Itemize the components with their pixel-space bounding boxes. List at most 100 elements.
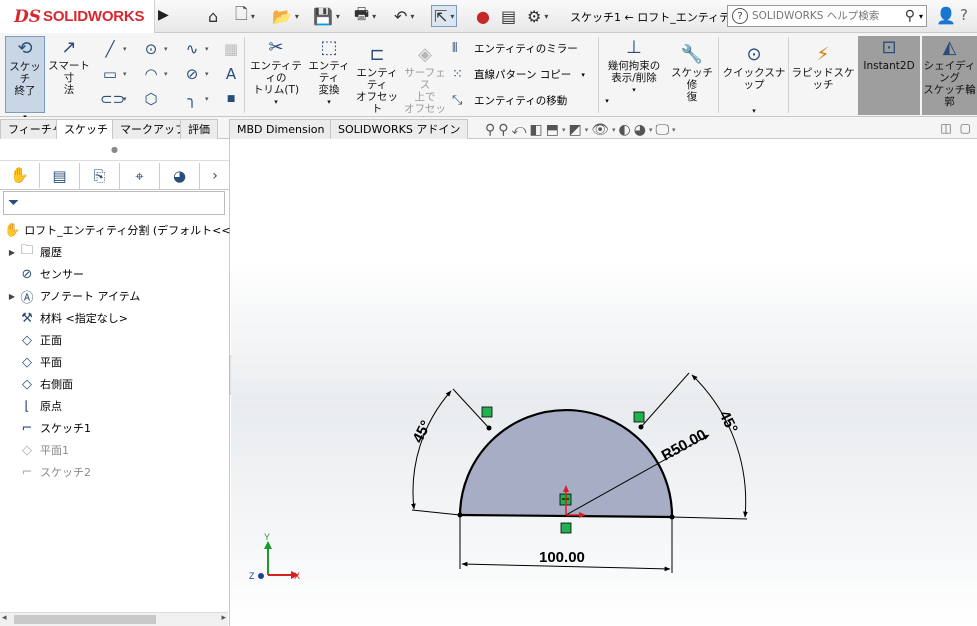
hide-show-dropdown-icon[interactable]: ▾ bbox=[612, 126, 616, 134]
tree-item[interactable]: ◇ 右側面 bbox=[0, 373, 230, 395]
tree-item[interactable]: ▶ 🗀 履歴 bbox=[0, 241, 230, 263]
repair-sketch-button[interactable]: 🔧 スケッチ修 復 bbox=[668, 43, 716, 113]
radius-dimension-text[interactable]: R50.00 bbox=[659, 426, 710, 464]
save-icon[interactable]: 💾 ▾ bbox=[313, 5, 340, 27]
ellipse-dropdown-icon[interactable]: ▾ bbox=[205, 70, 209, 78]
fillet-tool-icon[interactable]: ╮ bbox=[182, 89, 202, 109]
options-gear-icon[interactable]: ⚙ ▾ bbox=[527, 5, 548, 27]
text-tool-icon[interactable]: A bbox=[221, 64, 241, 84]
select-cursor-icon[interactable]: ⇱ ▾ bbox=[431, 5, 458, 27]
relation-marker-left[interactable] bbox=[481, 406, 493, 418]
linear-pattern-dropdown-icon[interactable]: ▾ bbox=[581, 71, 585, 79]
edit-appearance-icon[interactable]: ◐ bbox=[619, 122, 631, 138]
configuration-manager-tab-icon[interactable]: ⎘ bbox=[80, 163, 120, 189]
section-view-icon[interactable]: ◧ bbox=[530, 122, 543, 138]
instant2d-button[interactable]: ⊡ Instant2D bbox=[858, 36, 920, 115]
sketch-point-right-end[interactable] bbox=[669, 514, 675, 520]
quick-snaps-button[interactable]: ⊙ クイックスナップ ▾ bbox=[722, 43, 786, 115]
scroll-right-icon[interactable]: ▸ bbox=[221, 613, 226, 623]
arc-tool-icon[interactable]: ◠ bbox=[141, 64, 161, 84]
view-triad[interactable]: Y X Z bbox=[249, 532, 300, 581]
display-manager-tab-icon[interactable]: ◕ bbox=[160, 163, 200, 189]
line-dropdown-icon[interactable]: ▾ bbox=[123, 45, 127, 53]
panel-horizontal-scrollbar[interactable]: ◂ ▸ bbox=[0, 612, 228, 626]
tree-item[interactable]: ⌊ 原点 bbox=[0, 395, 230, 417]
sketch-point-arc-left[interactable] bbox=[486, 425, 492, 431]
help-icon[interactable]: ? bbox=[960, 6, 968, 24]
sketch-point-left-end[interactable] bbox=[457, 512, 463, 518]
width-dimension-text[interactable]: 100.00 bbox=[539, 549, 585, 566]
relation-marker-bottom[interactable] bbox=[560, 522, 572, 534]
slot-tool-icon[interactable]: ⊂⊃ bbox=[100, 89, 125, 109]
apply-scene-dropdown-icon[interactable]: ▾ bbox=[649, 126, 653, 134]
search-dropdown-icon[interactable]: ▾ bbox=[919, 12, 923, 21]
tab-mbd-dimension[interactable]: MBD Dimension bbox=[229, 119, 333, 139]
arc-dropdown-icon[interactable]: ▾ bbox=[164, 70, 168, 78]
scrollbar-thumb[interactable] bbox=[14, 615, 156, 624]
left-angle-arc[interactable] bbox=[410, 390, 452, 510]
rebuild-traffic-light-icon[interactable]: ● bbox=[476, 5, 490, 27]
expand-arrow-icon[interactable]: ▶ bbox=[6, 292, 18, 301]
restore-panel-icon[interactable]: ◫ bbox=[940, 121, 951, 135]
quick-snaps-dropdown-icon[interactable]: ▾ bbox=[752, 105, 756, 117]
property-manager-tab-icon[interactable]: ▤ bbox=[40, 163, 80, 189]
home-icon[interactable]: ⌂ bbox=[208, 5, 218, 27]
circle-dropdown-icon[interactable]: ▾ bbox=[164, 45, 168, 53]
help-search-input[interactable] bbox=[752, 10, 892, 22]
rapid-sketch-button[interactable]: ⚡ ラピッドスケッチ bbox=[790, 43, 856, 113]
trim-entities-button[interactable]: ✂ エンティティの トリム(T) ▾ bbox=[248, 36, 304, 113]
tab-sketch[interactable]: スケッチ bbox=[56, 119, 116, 140]
relation-marker-right[interactable] bbox=[633, 411, 645, 423]
expand-arrow-icon[interactable]: ▶ bbox=[6, 248, 18, 257]
view-orientation-icon[interactable]: ⬒ bbox=[546, 122, 559, 138]
tree-item[interactable]: ◇ 平面 bbox=[0, 351, 230, 373]
display-style-dropdown-icon[interactable]: ▾ bbox=[585, 126, 589, 134]
undo-icon[interactable]: ↶ ▾ bbox=[394, 5, 414, 27]
line-tool-icon[interactable]: ╱ bbox=[100, 39, 120, 59]
tree-item[interactable]: ⌐ スケッチ1 bbox=[0, 417, 230, 439]
move-entities-button[interactable]: ⤡ エンティティの移動 ▾ bbox=[452, 93, 609, 108]
solidworks-logo[interactable]: DS SOLIDWORKS bbox=[0, 0, 155, 33]
trim-dropdown-icon[interactable]: ▾ bbox=[274, 96, 278, 108]
rectangle-tool-icon[interactable]: ▭ bbox=[100, 64, 120, 84]
convert-entities-button[interactable]: ⬚ エンティティ 変換 ▾ bbox=[306, 36, 352, 113]
view-settings-dropdown-icon[interactable]: ▾ bbox=[672, 126, 676, 134]
tab-evaluate[interactable]: 評価 bbox=[180, 119, 218, 139]
file-properties-icon[interactable]: ▤ bbox=[501, 5, 516, 27]
zoom-to-fit-icon[interactable]: ⚲ bbox=[485, 122, 495, 138]
feature-tree-filter[interactable]: ⏷ bbox=[3, 191, 225, 215]
print-icon[interactable]: 🖶 ▾ bbox=[354, 4, 376, 27]
tab-solidworks-addins[interactable]: SOLIDWORKS アドイン bbox=[330, 119, 469, 139]
fillet-dropdown-icon[interactable]: ▾ bbox=[205, 95, 209, 103]
previous-view-icon[interactable]: ⤺ bbox=[512, 122, 527, 138]
tree-item[interactable]: ⊘ センサー bbox=[0, 263, 230, 285]
display-style-icon[interactable]: ◩ bbox=[568, 122, 581, 138]
maximize-panel-icon[interactable]: ▢ bbox=[960, 121, 971, 135]
point-tool-icon[interactable]: ■ bbox=[221, 89, 241, 109]
polygon-tool-icon[interactable]: ⬡ bbox=[141, 89, 161, 109]
open-folder-icon[interactable]: 📂 ▾ bbox=[272, 5, 299, 27]
rectangle-dropdown-icon[interactable]: ▾ bbox=[123, 70, 127, 78]
sketch-point-arc-right[interactable] bbox=[638, 424, 644, 430]
help-search-box[interactable]: ? ⚲ ▾ bbox=[727, 5, 927, 27]
slot-dropdown-icon[interactable]: ▾ bbox=[123, 95, 127, 103]
relations-dropdown-icon[interactable]: ▾ bbox=[632, 84, 636, 96]
view-orientation-dropdown-icon[interactable]: ▾ bbox=[562, 126, 566, 134]
menu-expand-arrow-icon[interactable]: ▶ bbox=[158, 7, 170, 25]
scroll-left-icon[interactable]: ◂ bbox=[2, 613, 7, 623]
tree-item[interactable]: ◇ 平面1 bbox=[0, 439, 230, 461]
tree-item[interactable]: ⚒ 材料 <指定なし> bbox=[0, 307, 230, 329]
more-tabs-chevron-icon[interactable]: › bbox=[200, 163, 230, 189]
spline-tool-icon[interactable]: ∿ bbox=[182, 39, 202, 59]
linear-pattern-button[interactable]: ⁙ 直線パターン コピー ▾ bbox=[452, 67, 585, 82]
feature-manager-tab-icon[interactable]: ✋ bbox=[0, 163, 40, 189]
circle-tool-icon[interactable]: ⊙ bbox=[141, 39, 161, 59]
search-icon[interactable]: ⚲ bbox=[905, 8, 915, 24]
shaded-sketch-contours-button[interactable]: ◭ シェイディング スケッチ輪 郭 bbox=[922, 36, 977, 115]
dimxpert-manager-tab-icon[interactable]: ⌖ bbox=[120, 163, 160, 189]
graphics-area[interactable]: 100.00 R50.00 45° 45° Y X Z bbox=[231, 139, 977, 626]
mirror-entities-button[interactable]: ⫴ エンティティのミラー bbox=[452, 41, 578, 56]
exit-sketch-button[interactable]: ⟲ スケッチ 終了 ▾ bbox=[5, 36, 45, 121]
right-angle-text[interactable]: 45° bbox=[715, 408, 740, 436]
offset-entities-button[interactable]: ⊏ エンティティ オフセット bbox=[354, 43, 400, 115]
